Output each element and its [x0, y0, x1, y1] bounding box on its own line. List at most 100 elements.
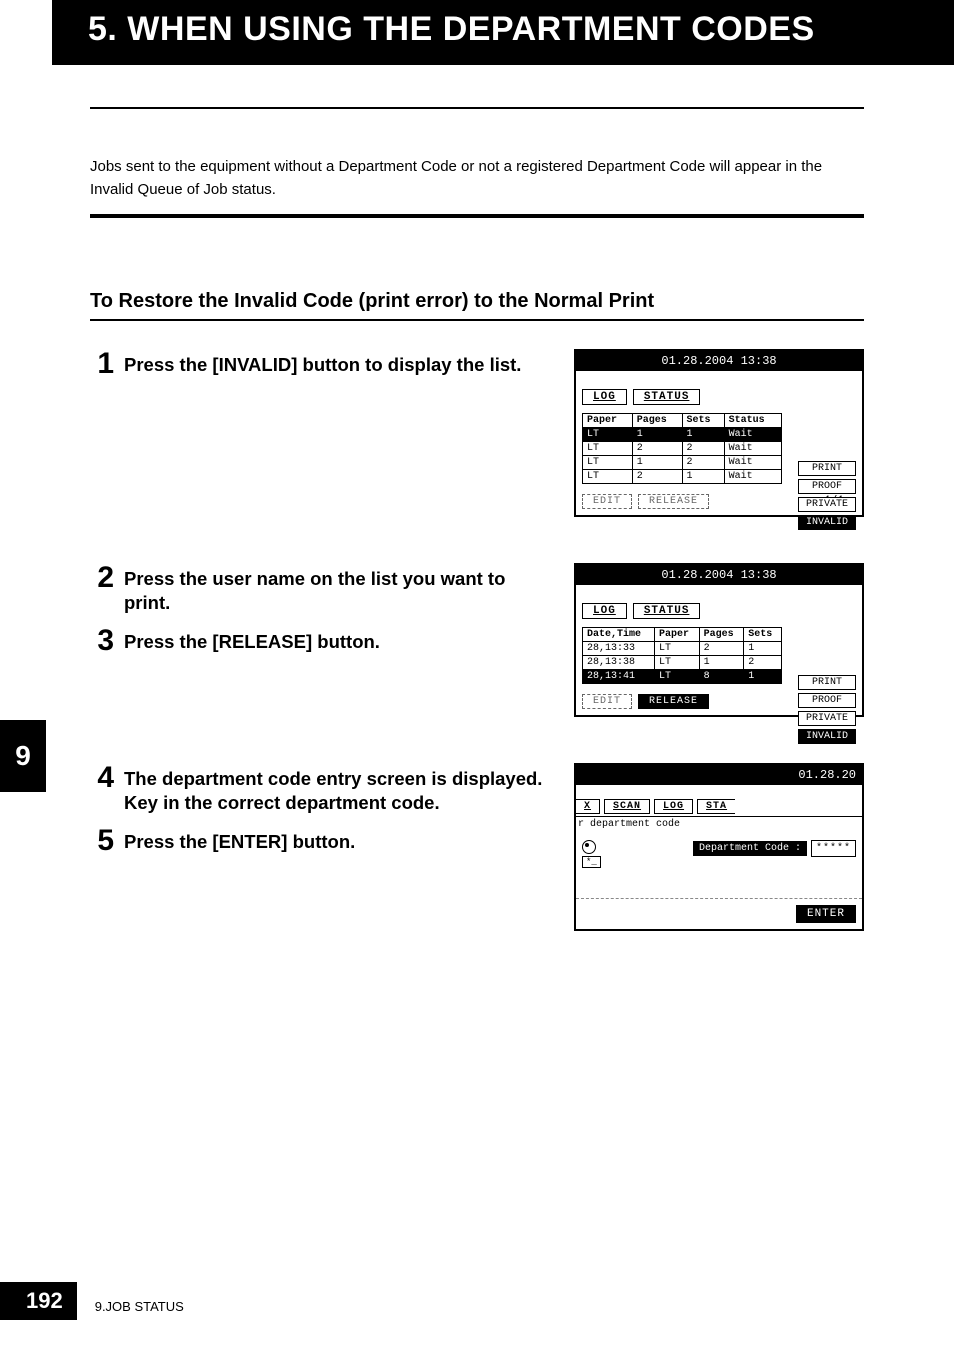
col-paper: Paper — [655, 627, 700, 641]
step-text: Press the [ENTER] button. — [124, 826, 355, 855]
keycap: *_ — [582, 856, 601, 868]
jobs-table: Date,Time Paper Pages Sets 28,13:33 LT 2 — [582, 627, 782, 684]
cell: 28,13:33 — [583, 641, 655, 655]
print-button[interactable]: PRINT — [798, 675, 856, 690]
enter-button[interactable]: ENTER — [796, 905, 856, 923]
print-button[interactable]: PRINT — [798, 461, 856, 476]
step-3: 3 Press the [RELEASE] button. — [90, 626, 554, 656]
edit-button[interactable]: EDIT — [582, 494, 632, 509]
page-footer: 192 9.JOB STATUS — [0, 1282, 184, 1320]
section-heading-container: To Restore the Invalid Code (print error… — [90, 290, 864, 321]
step-text: Press the user name on the list you want… — [124, 563, 554, 617]
edit-button[interactable]: EDIT — [582, 694, 632, 709]
page-title: 5. WHEN USING THE DEPARTMENT CODES — [88, 10, 934, 49]
step-number: 3 — [90, 626, 114, 656]
step-number: 5 — [90, 826, 114, 856]
tab-scan[interactable]: SCAN — [604, 799, 650, 814]
table-row[interactable]: LT 1 1 Wait — [583, 427, 782, 441]
title-band: 5. WHEN USING THE DEPARTMENT CODES — [52, 0, 954, 65]
dept-code-field[interactable]: ***** — [811, 840, 856, 857]
invalid-button[interactable]: INVALID — [798, 515, 856, 530]
private-button[interactable]: PRIVATE — [798, 711, 856, 726]
table-row[interactable]: LT 2 2 Wait — [583, 441, 782, 455]
tab-sta[interactable]: STA — [697, 799, 735, 814]
col-sets: Sets — [682, 413, 724, 427]
screen-release: 01.28.2004 13:38 LOG STATUS PRINT PROOF … — [574, 563, 864, 717]
proof-button[interactable]: PROOF — [798, 693, 856, 708]
step-text: Press the [INVALID] button to display th… — [124, 349, 521, 378]
tab-status[interactable]: STATUS — [633, 389, 701, 405]
cell: 8 — [699, 669, 744, 683]
cell: 2 — [682, 455, 724, 469]
cell: 2 — [632, 469, 682, 483]
screen-subtitle: r department code — [576, 819, 862, 840]
tab-status[interactable]: STATUS — [633, 603, 701, 619]
cell: 1 — [744, 641, 782, 655]
invalid-button[interactable]: INVALID — [798, 729, 856, 744]
screen-dept-code: 01.28.20 X SCAN LOG STA r department cod… — [574, 763, 864, 931]
cell: 1 — [682, 427, 724, 441]
col-status: Status — [724, 413, 781, 427]
col-sets: Sets — [744, 627, 782, 641]
cell: LT — [583, 455, 633, 469]
cell: 2 — [682, 441, 724, 455]
dept-code-label: Department Code : — [693, 841, 807, 856]
step-number: 1 — [90, 349, 114, 379]
jobs-table: Paper Pages Sets Status LT 1 1 Wait — [582, 413, 782, 484]
cell: LT — [655, 641, 700, 655]
table-row[interactable]: 28,13:38 LT 1 2 — [583, 655, 782, 669]
screen-datetime: 01.28.2004 13:38 — [576, 351, 862, 371]
footer-text: 9.JOB STATUS — [95, 1299, 184, 1320]
cell: 1 — [699, 655, 744, 669]
step-5: 5 Press the [ENTER] button. — [90, 826, 554, 856]
screen-date: 01.28.20 — [576, 765, 862, 785]
lamp-icon — [582, 840, 596, 854]
cell: LT — [655, 655, 700, 669]
table-row[interactable]: 28,13:41 LT 8 1 — [583, 669, 782, 683]
release-button[interactable]: RELEASE — [638, 494, 709, 509]
cell: 2 — [699, 641, 744, 655]
table-row[interactable]: LT 2 1 Wait — [583, 469, 782, 483]
cell: 1 — [682, 469, 724, 483]
tab-log[interactable]: LOG — [582, 389, 627, 405]
col-datetime: Date,Time — [583, 627, 655, 641]
cell: 1 — [744, 669, 782, 683]
table-row[interactable]: LT 1 2 Wait — [583, 455, 782, 469]
step-text: The department code entry screen is disp… — [124, 763, 554, 817]
cell: LT — [583, 427, 633, 441]
cell: LT — [583, 441, 633, 455]
col-pages: Pages — [699, 627, 744, 641]
step-text: Press the [RELEASE] button. — [124, 626, 380, 655]
cell: Wait — [724, 469, 781, 483]
cell: Wait — [724, 441, 781, 455]
chapter-tab: 9 — [0, 720, 46, 792]
cell: Wait — [724, 455, 781, 469]
cell: 28,13:38 — [583, 655, 655, 669]
release-button[interactable]: RELEASE — [638, 694, 709, 709]
tab-log[interactable]: LOG — [582, 603, 627, 619]
page-number: 192 — [0, 1282, 77, 1320]
col-paper: Paper — [583, 413, 633, 427]
tab-log[interactable]: LOG — [654, 799, 693, 814]
cell: 2 — [632, 441, 682, 455]
screen-datetime: 01.28.2004 13:38 — [576, 565, 862, 585]
step-2: 2 Press the user name on the list you wa… — [90, 563, 554, 617]
tab-x[interactable]: X — [576, 799, 600, 814]
step-number: 2 — [90, 563, 114, 593]
table-row[interactable]: 28,13:33 LT 2 1 — [583, 641, 782, 655]
rule-bottom — [90, 214, 864, 218]
private-button[interactable]: PRIVATE — [798, 497, 856, 512]
rule-top — [90, 107, 864, 109]
step-4: 4 The department code entry screen is di… — [90, 763, 554, 817]
cell: 28,13:41 — [583, 669, 655, 683]
step-1: 1 Press the [INVALID] button to display … — [90, 349, 554, 379]
cell: 1 — [632, 455, 682, 469]
cell: LT — [583, 469, 633, 483]
intro-text: Jobs sent to the equipment without a Dep… — [90, 155, 864, 202]
screen-invalid-list: 01.28.2004 13:38 LOG STATUS PRINT PROOF … — [574, 349, 864, 517]
col-pages: Pages — [632, 413, 682, 427]
cell: 1 — [632, 427, 682, 441]
proof-button[interactable]: PROOF — [798, 479, 856, 494]
cell: LT — [655, 669, 700, 683]
cell: Wait — [724, 427, 781, 441]
